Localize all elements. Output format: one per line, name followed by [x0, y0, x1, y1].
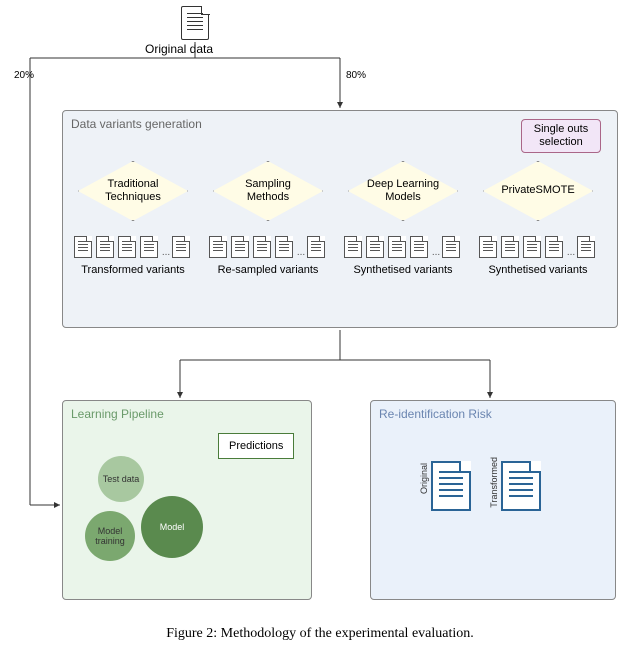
reid-original-label: Original	[419, 463, 429, 494]
reid-title: Re-identification Risk	[379, 407, 615, 421]
variant-label: Synthetised variants	[343, 264, 463, 277]
gear-model-label: Model	[160, 522, 185, 532]
method-traditional: Traditional Techniques	[78, 161, 188, 221]
doc-row-icon: ...	[343, 236, 463, 258]
method-sampling: Sampling Methods	[213, 161, 323, 221]
learning-title: Learning Pipeline	[71, 407, 311, 421]
figure-caption: Figure 2: Methodology of the experimenta…	[0, 626, 640, 642]
reid-transformed-doc	[501, 461, 541, 511]
gear-train-icon: Model training	[85, 511, 135, 561]
reid-box: Re-identification Risk Original Transfor…	[370, 400, 616, 600]
variant-synth-dl: ... Synthetised variants	[343, 236, 463, 277]
split-20-label: 20%	[14, 70, 34, 81]
document-icon	[501, 461, 541, 511]
generation-box: Data variants generation Single outs sel…	[62, 110, 618, 328]
document-icon	[431, 461, 471, 511]
variant-label: Transformed variants	[73, 264, 193, 277]
gear-train-label: Model training	[85, 526, 135, 546]
doc-row-icon: ...	[478, 236, 598, 258]
doc-row-icon: ...	[208, 236, 328, 258]
original-data-icon	[181, 6, 209, 40]
single-outs-box: Single outs selection	[521, 119, 601, 153]
gear-model-icon: Model	[141, 496, 203, 558]
learning-box: Learning Pipeline Test data Model traini…	[62, 400, 312, 600]
method-privatesmote: PrivateSMOTE	[483, 161, 593, 221]
variant-transformed: ... Transformed variants	[73, 236, 193, 277]
split-80-label: 80%	[346, 70, 366, 81]
document-icon	[181, 6, 209, 40]
variant-label: Re-sampled variants	[208, 264, 328, 277]
variant-label: Synthetised variants	[478, 264, 598, 277]
variant-synth-ps: ... Synthetised variants	[478, 236, 598, 277]
reid-original-doc	[431, 461, 471, 511]
original-data-label: Original data	[145, 42, 213, 56]
doc-row-icon: ...	[73, 236, 193, 258]
method-deeplearning: Deep Learning Models	[348, 161, 458, 221]
gear-test-label: Test data	[103, 474, 140, 484]
reid-transformed-label: Transformed	[489, 457, 499, 508]
gear-test-icon: Test data	[98, 456, 144, 502]
variant-resampled: ... Re-sampled variants	[208, 236, 328, 277]
predictions-box: Predictions	[218, 433, 294, 459]
